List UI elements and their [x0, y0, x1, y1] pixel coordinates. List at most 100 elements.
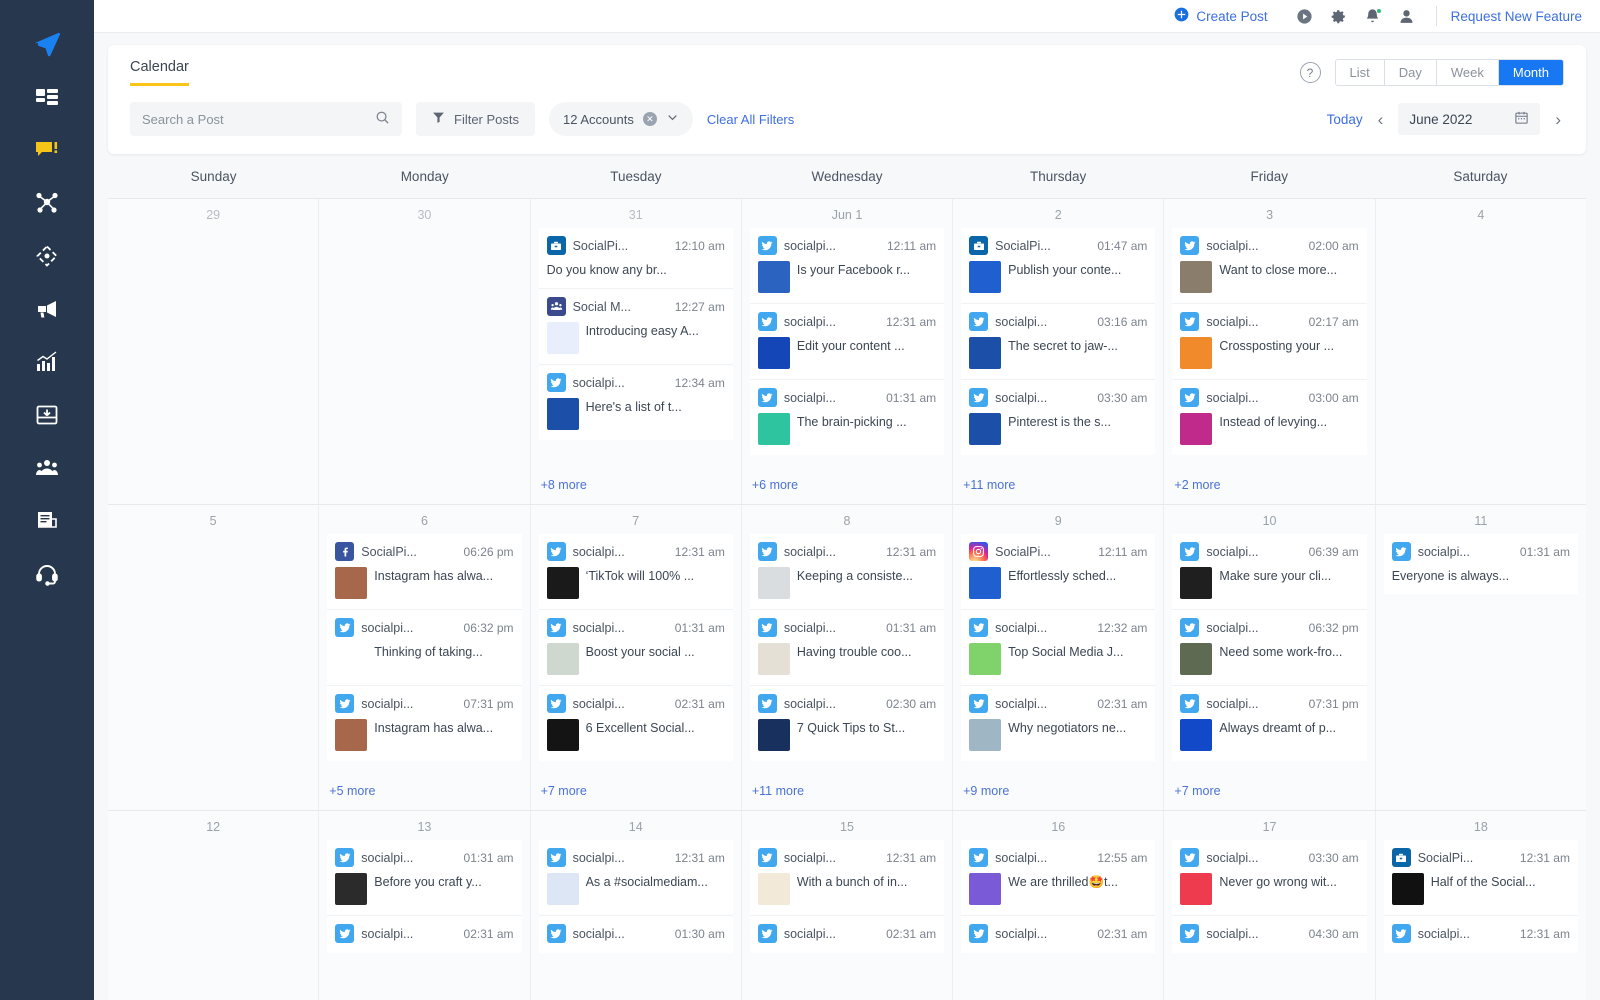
post-card[interactable]: socialpi...02:31 am [750, 916, 944, 953]
prev-month-icon[interactable]: ‹ [1375, 111, 1387, 128]
clear-all-filters-link[interactable]: Clear All Filters [707, 112, 794, 127]
filter-posts-button[interactable]: Filter Posts [416, 102, 535, 136]
today-button[interactable]: Today [1327, 112, 1363, 127]
calendar-day-cell[interactable]: 10socialpi...06:39 amMake sure your cli.… [1164, 505, 1375, 810]
chevron-down-icon[interactable] [666, 111, 679, 127]
post-card[interactable]: socialpi...07:31 pmAlways dreamt of p... [1172, 686, 1366, 761]
calendar-day-cell[interactable]: 8socialpi...12:31 amKeeping a consiste..… [742, 505, 953, 810]
sidebar-item-inbox[interactable] [21, 389, 73, 441]
sidebar-item-discovery[interactable] [21, 230, 73, 282]
play-circle-icon[interactable] [1288, 0, 1322, 33]
calendar-day-cell[interactable]: 17socialpi...03:30 amNever go wrong wit.… [1164, 811, 1375, 1000]
more-posts-link[interactable]: +7 more [531, 772, 741, 810]
post-card[interactable]: socialpi...12:31 amEdit your content ... [750, 304, 944, 380]
post-card[interactable]: socialpi...01:31 amHaving trouble coo... [750, 610, 944, 686]
tab-calendar[interactable]: Calendar [130, 59, 189, 86]
post-card[interactable]: socialpi...02:31 am [961, 916, 1155, 953]
user-icon[interactable] [1390, 0, 1424, 33]
sidebar-item-dashboard[interactable] [21, 71, 73, 123]
calendar-day-cell[interactable]: 5 [108, 505, 319, 810]
post-card[interactable]: socialpi...01:31 amBefore you craft y... [327, 840, 521, 916]
post-card[interactable]: socialpi...12:31 am‘TikTok will 100% ... [539, 534, 733, 610]
post-card[interactable]: socialpi...02:31 am [327, 916, 521, 953]
close-icon[interactable]: ✕ [643, 112, 657, 126]
sidebar-item-posts[interactable] [21, 124, 73, 176]
request-new-feature-link[interactable]: Request New Feature [1451, 9, 1582, 24]
post-card[interactable]: socialpi...01:31 amBoost your social ... [539, 610, 733, 686]
more-posts-link[interactable]: +2 more [1164, 466, 1374, 504]
post-card[interactable]: socialpi...02:17 amCrossposting your ... [1172, 304, 1366, 380]
post-card[interactable]: socialpi...12:31 amKeeping a consiste... [750, 534, 944, 610]
post-card[interactable]: SocialPi...06:26 pmInstagram has alwa... [327, 534, 521, 610]
post-card[interactable]: socialpi...12:11 amIs your Facebook r... [750, 228, 944, 304]
post-card[interactable]: socialpi...06:32 pmNeed some work-fro... [1172, 610, 1366, 686]
search-icon[interactable] [375, 110, 390, 128]
bell-icon[interactable] [1356, 0, 1390, 33]
post-card[interactable]: socialpi...02:30 am7 Quick Tips to St... [750, 686, 944, 761]
create-post-button[interactable]: Create Post [1174, 7, 1267, 25]
calendar-day-cell[interactable]: 4 [1376, 199, 1586, 504]
search-post-box[interactable] [130, 102, 402, 136]
post-card[interactable]: socialpi...01:31 amEveryone is always... [1384, 534, 1578, 594]
sidebar-item-support[interactable] [21, 548, 73, 600]
more-posts-link[interactable]: +8 more [531, 466, 741, 504]
calendar-day-cell[interactable]: 31SocialPi...12:10 amDo you know any br.… [531, 199, 742, 504]
sidebar-item-analytics[interactable] [21, 336, 73, 388]
view-option-list[interactable]: List [1336, 60, 1385, 85]
post-card[interactable]: Social M...12:27 amIntroducing easy A... [539, 289, 733, 365]
calendar-day-cell[interactable]: 18SocialPi...12:31 amHalf of the Social.… [1376, 811, 1586, 1000]
search-input[interactable] [142, 112, 375, 127]
calendar-day-cell[interactable]: 14socialpi...12:31 amAs a #socialmediam.… [531, 811, 742, 1000]
post-card[interactable]: socialpi...12:31 amAs a #socialmediam... [539, 840, 733, 916]
calendar-day-cell[interactable]: 9SocialPi...12:11 amEffortlessly sched..… [953, 505, 1164, 810]
post-card[interactable]: socialpi...12:34 amHere's a list of t... [539, 365, 733, 440]
view-option-day[interactable]: Day [1385, 60, 1437, 85]
post-card[interactable]: socialpi...04:30 am [1172, 916, 1366, 953]
post-card[interactable]: socialpi...03:16 amThe secret to jaw-... [961, 304, 1155, 380]
more-posts-link[interactable]: +5 more [319, 772, 529, 810]
calendar-day-cell[interactable]: 11socialpi...01:31 amEveryone is always.… [1376, 505, 1586, 810]
post-card[interactable]: socialpi...07:31 pmInstagram has alwa... [327, 686, 521, 761]
calendar-day-cell[interactable]: Jun 1socialpi...12:11 amIs your Facebook… [742, 199, 953, 504]
more-posts-link[interactable]: +7 more [1164, 772, 1374, 810]
post-card[interactable]: socialpi...02:00 amWant to close more... [1172, 228, 1366, 304]
accounts-filter-pill[interactable]: 12 Accounts ✕ [549, 102, 693, 136]
calendar-day-cell[interactable]: 30 [319, 199, 530, 504]
more-posts-link[interactable]: +11 more [953, 466, 1163, 504]
calendar-day-cell[interactable]: 2SocialPi...01:47 amPublish your conte..… [953, 199, 1164, 504]
more-posts-link[interactable]: +6 more [742, 466, 952, 504]
calendar-day-cell[interactable]: 12 [108, 811, 319, 1000]
post-card[interactable]: socialpi...12:32 amTop Social Media J... [961, 610, 1155, 686]
calendar-day-cell[interactable]: 13socialpi...01:31 amBefore you craft y.… [319, 811, 530, 1000]
calendar-icon[interactable] [1514, 110, 1529, 128]
sidebar-item-logo[interactable] [21, 18, 73, 70]
view-option-week[interactable]: Week [1437, 60, 1499, 85]
sidebar-item-campaigns[interactable] [21, 283, 73, 335]
post-card[interactable]: socialpi...12:31 amWith a bunch of in... [750, 840, 944, 916]
post-card[interactable]: socialpi...06:39 amMake sure your cli... [1172, 534, 1366, 610]
calendar-day-cell[interactable]: 29 [108, 199, 319, 504]
post-card[interactable]: socialpi...02:31 amWhy negotiators ne... [961, 686, 1155, 761]
post-card[interactable]: SocialPi...12:10 amDo you know any br... [539, 228, 733, 289]
more-posts-link[interactable]: +9 more [953, 772, 1163, 810]
sidebar-item-reports[interactable] [21, 495, 73, 547]
post-card[interactable]: SocialPi...01:47 amPublish your conte... [961, 228, 1155, 304]
post-card[interactable]: socialpi...06:32 pmThinking of taking... [327, 610, 521, 686]
gear-icon[interactable] [1322, 0, 1356, 33]
post-card[interactable]: socialpi...01:31 amThe brain-picking ... [750, 380, 944, 455]
post-card[interactable]: socialpi...03:00 amInstead of levying... [1172, 380, 1366, 455]
post-card[interactable]: socialpi...02:31 am6 Excellent Social... [539, 686, 733, 761]
post-card[interactable]: socialpi...12:55 amWe are thrilled🤩t... [961, 840, 1155, 916]
calendar-day-cell[interactable]: 16socialpi...12:55 amWe are thrilled🤩t..… [953, 811, 1164, 1000]
post-card[interactable]: SocialPi...12:31 amHalf of the Social... [1384, 840, 1578, 916]
sidebar-item-team[interactable] [21, 442, 73, 494]
sidebar-item-connect[interactable] [21, 177, 73, 229]
view-option-month[interactable]: Month [1499, 60, 1563, 85]
calendar-day-cell[interactable]: 7socialpi...12:31 am‘TikTok will 100% ..… [531, 505, 742, 810]
post-card[interactable]: socialpi...03:30 amPinterest is the s... [961, 380, 1155, 455]
post-card[interactable]: socialpi...03:30 amNever go wrong wit... [1172, 840, 1366, 916]
post-card[interactable]: SocialPi...12:11 amEffortlessly sched... [961, 534, 1155, 610]
more-posts-link[interactable]: +11 more [742, 772, 952, 810]
calendar-day-cell[interactable]: 6SocialPi...06:26 pmInstagram has alwa..… [319, 505, 530, 810]
next-month-icon[interactable]: › [1552, 111, 1564, 128]
